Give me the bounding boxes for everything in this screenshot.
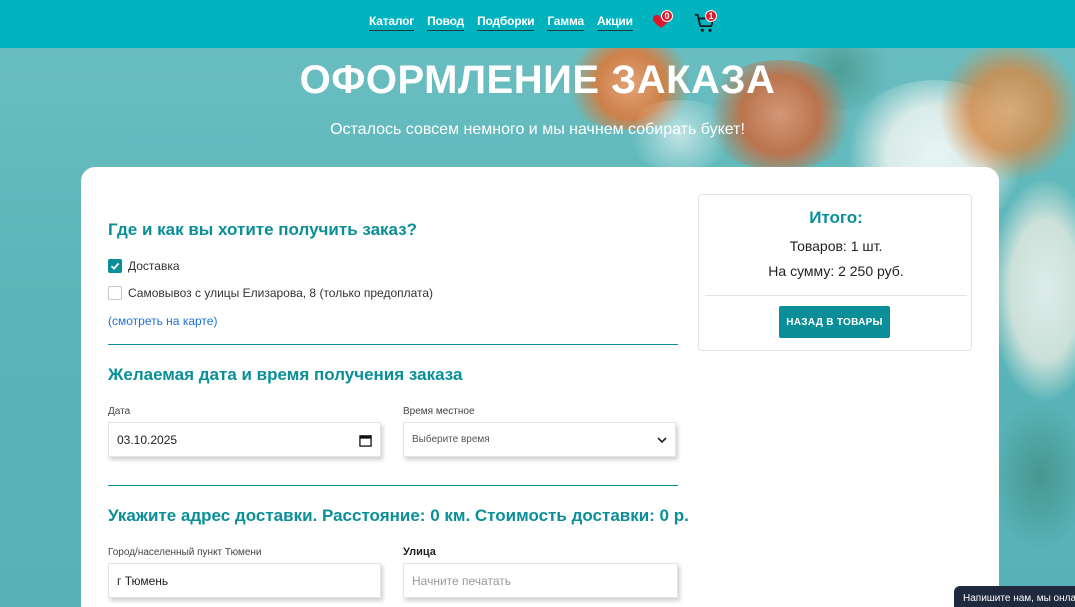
wishlist-count-badge: 0 — [661, 10, 673, 22]
wishlist-button[interactable]: 0 — [652, 10, 673, 35]
back-to-products-button[interactable]: НАЗАД В ТОВАРЫ — [779, 306, 890, 338]
city-label: Город/населенный пункт Тюмени — [108, 547, 262, 558]
nav-link-palette[interactable]: Гамма — [547, 14, 584, 31]
nav-links: Каталог Повод Подборки Гамма Акции — [369, 14, 633, 31]
pickup-option[interactable]: Самовывоз с улицы Елизарова, 8 (только п… — [108, 286, 433, 300]
street-input[interactable]: Начните печатать — [403, 563, 678, 598]
summary-title: Итого: — [809, 208, 863, 227]
cart-count-badge: 1 — [705, 10, 717, 22]
date-value: 03.10.2025 — [117, 432, 178, 447]
summary-total: На сумму: 2 250 руб. — [768, 263, 904, 279]
datetime-title: Желаемая дата и время получения заказа — [108, 365, 463, 384]
time-label: Время местное — [403, 406, 475, 417]
flower-decor — [990, 180, 1075, 400]
top-navbar: Каталог Повод Подборки Гамма Акции 0 1 — [0, 0, 1075, 48]
online-chat-widget[interactable]: Напишите нам, мы онлайн — [954, 586, 1075, 607]
delivery-option[interactable]: Доставка — [108, 259, 180, 273]
nav-link-occasion[interactable]: Повод — [427, 14, 464, 31]
nav-link-collections[interactable]: Подборки — [477, 14, 535, 31]
calendar-icon[interactable] — [359, 434, 372, 447]
checkmark-icon — [110, 262, 120, 270]
time-select-value: Выберите время — [412, 434, 490, 445]
street-placeholder: Начните печатать — [412, 573, 511, 588]
delivery-checkbox[interactable] — [108, 259, 122, 273]
pickup-option-label: Самовывоз с улицы Елизарова, 8 (только п… — [128, 286, 434, 300]
page-subtitle: Осталось совсем немного и мы начнем соби… — [330, 121, 745, 138]
section-divider — [108, 485, 678, 486]
summary-divider — [705, 295, 967, 296]
street-label: Улица — [403, 546, 436, 558]
time-select[interactable]: Выберите время — [403, 422, 676, 457]
date-input[interactable]: 03.10.2025 — [108, 422, 381, 457]
leaf-decor — [990, 400, 1075, 550]
summary-items-count: Товаров: 1 шт. — [789, 238, 883, 254]
nav-link-sales[interactable]: Акции — [596, 14, 633, 31]
chevron-down-icon — [657, 437, 667, 444]
city-value: г Тюмень — [117, 573, 169, 588]
city-input[interactable]: г Тюмень — [108, 563, 381, 598]
order-summary: Итого: Товаров: 1 шт. На сумму: 2 250 ру… — [698, 194, 972, 351]
pickup-checkbox[interactable] — [108, 286, 122, 300]
address-title: Укажите адрес доставки. Расстояние: 0 км… — [108, 506, 689, 525]
delivery-option-label: Доставка — [128, 259, 180, 273]
section-divider — [108, 344, 678, 345]
checkout-form-card: Где и как вы хотите получить заказ? Дост… — [81, 167, 999, 607]
delivery-method-title: Где и как вы хотите получить заказ? — [108, 220, 418, 239]
nav-link-catalog[interactable]: Каталог — [369, 14, 414, 31]
page-title: ОФОРМЛЕНИЕ ЗАКАЗА — [299, 58, 776, 102]
view-on-map-link[interactable]: (смотреть на карте) — [108, 314, 217, 328]
cart-button[interactable]: 1 — [694, 10, 717, 39]
date-label: Дата — [108, 406, 131, 417]
